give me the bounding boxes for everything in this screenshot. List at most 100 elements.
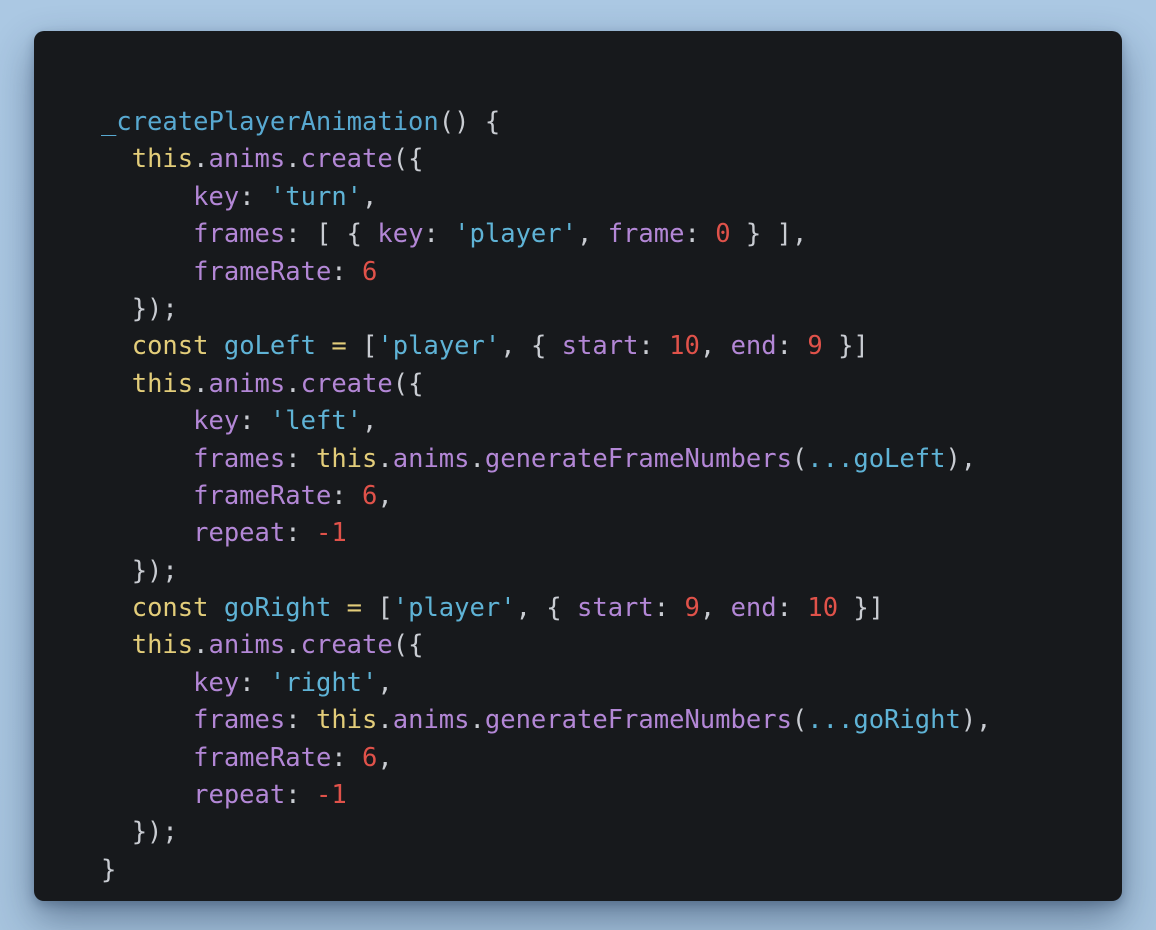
code-token: frame [607, 219, 685, 250]
code-token: 6 [362, 480, 378, 511]
code-token: : [331, 480, 363, 511]
code-token: frameRate [193, 256, 332, 287]
code-token: . [193, 630, 209, 661]
code-token: : [ { [285, 219, 378, 250]
code-token: : [331, 256, 363, 287]
code-token: goRight [223, 593, 332, 624]
code-token: , { [515, 593, 577, 624]
code-line: _createPlayerAnimation() { [101, 104, 992, 141]
code-line: }); [101, 291, 992, 328]
code-token: }] [838, 593, 885, 624]
code-token: ), [945, 443, 977, 474]
code-token: 'right' [269, 667, 378, 698]
code-line: }); [101, 553, 992, 590]
code-line: frameRate: 6, [101, 478, 992, 515]
code-line: key: 'right', [101, 665, 992, 702]
code-line: } [101, 852, 992, 889]
code-token: , { [500, 331, 562, 362]
code-token: . [469, 443, 485, 474]
code-token: = [346, 593, 363, 624]
code-token: , [377, 742, 393, 773]
code-line: const goRight = ['player', { start: 9, e… [101, 590, 992, 627]
code-token: ( [791, 705, 808, 736]
code-token: } [101, 854, 117, 885]
code-line: frameRate: 6 [101, 254, 992, 291]
code-token: 10 [669, 331, 700, 362]
code-token: : [331, 742, 363, 773]
code-token: : [285, 780, 316, 811]
code-line: this.anims.create({ [101, 141, 992, 178]
code-block: _createPlayerAnimation() { this.anims.cr… [101, 104, 992, 889]
code-token: 9 [807, 331, 823, 362]
code-token: }); [101, 555, 178, 586]
code-line: const goLeft = ['player', { start: 10, e… [101, 328, 992, 365]
code-token: create [300, 630, 393, 661]
code-token: this [315, 443, 378, 474]
code-token: key [377, 219, 424, 250]
code-token: create [300, 368, 393, 399]
code-line: this.anims.create({ [101, 366, 992, 403]
code-token: , [576, 219, 608, 250]
code-token: ...goLeft [807, 443, 946, 474]
code-token: : [684, 219, 716, 250]
code-token: key [193, 667, 240, 698]
code-token: 6 [362, 742, 378, 773]
code-token: frameRate [193, 480, 332, 511]
code-token: end [730, 331, 777, 362]
code-token: -1 [315, 518, 347, 549]
code-token: . [377, 443, 393, 474]
code-token: 'player' [377, 331, 501, 362]
code-token: . [193, 368, 209, 399]
code-token: [ [346, 331, 378, 362]
code-token: ), [960, 705, 992, 736]
code-token: , [377, 480, 393, 511]
code-token: goLeft [223, 331, 316, 362]
code-token: key [193, 181, 240, 212]
code-line: frameRate: 6, [101, 740, 992, 777]
code-token: 'left' [269, 406, 363, 437]
code-token: . [193, 144, 209, 175]
code-token: }); [101, 817, 178, 848]
code-token: } ], [730, 219, 808, 250]
code-line: repeat: -1 [101, 515, 992, 552]
code-token: : [653, 593, 685, 624]
code-token: const [131, 593, 209, 624]
code-token: repeat [193, 780, 286, 811]
code-token: . [285, 630, 301, 661]
code-token: anims [208, 368, 286, 399]
code-token: create [300, 144, 393, 175]
code-token: 6 [362, 256, 378, 287]
code-token: start [577, 593, 654, 624]
code-token: , [377, 667, 393, 698]
code-token: : [285, 443, 316, 474]
code-token: . [377, 705, 393, 736]
code-token: : [285, 518, 316, 549]
code-token: ({ [392, 630, 424, 661]
code-token: this [315, 705, 378, 736]
code-token: , [699, 331, 731, 362]
code-token: generateFrameNumbers [484, 705, 792, 736]
code-token: key [193, 406, 240, 437]
code-token: , [362, 181, 378, 212]
code-token: anims [392, 443, 470, 474]
code-token: frames [193, 705, 286, 736]
code-line: key: 'left', [101, 403, 992, 440]
code-token: 'player' [454, 219, 577, 250]
code-token: ( [791, 443, 808, 474]
code-line: this.anims.create({ [101, 627, 992, 664]
code-token: : [239, 406, 270, 437]
code-token: 10 [807, 593, 839, 624]
code-token: frames [193, 219, 286, 250]
code-token: ({ [392, 144, 424, 175]
code-token: : [239, 667, 270, 698]
